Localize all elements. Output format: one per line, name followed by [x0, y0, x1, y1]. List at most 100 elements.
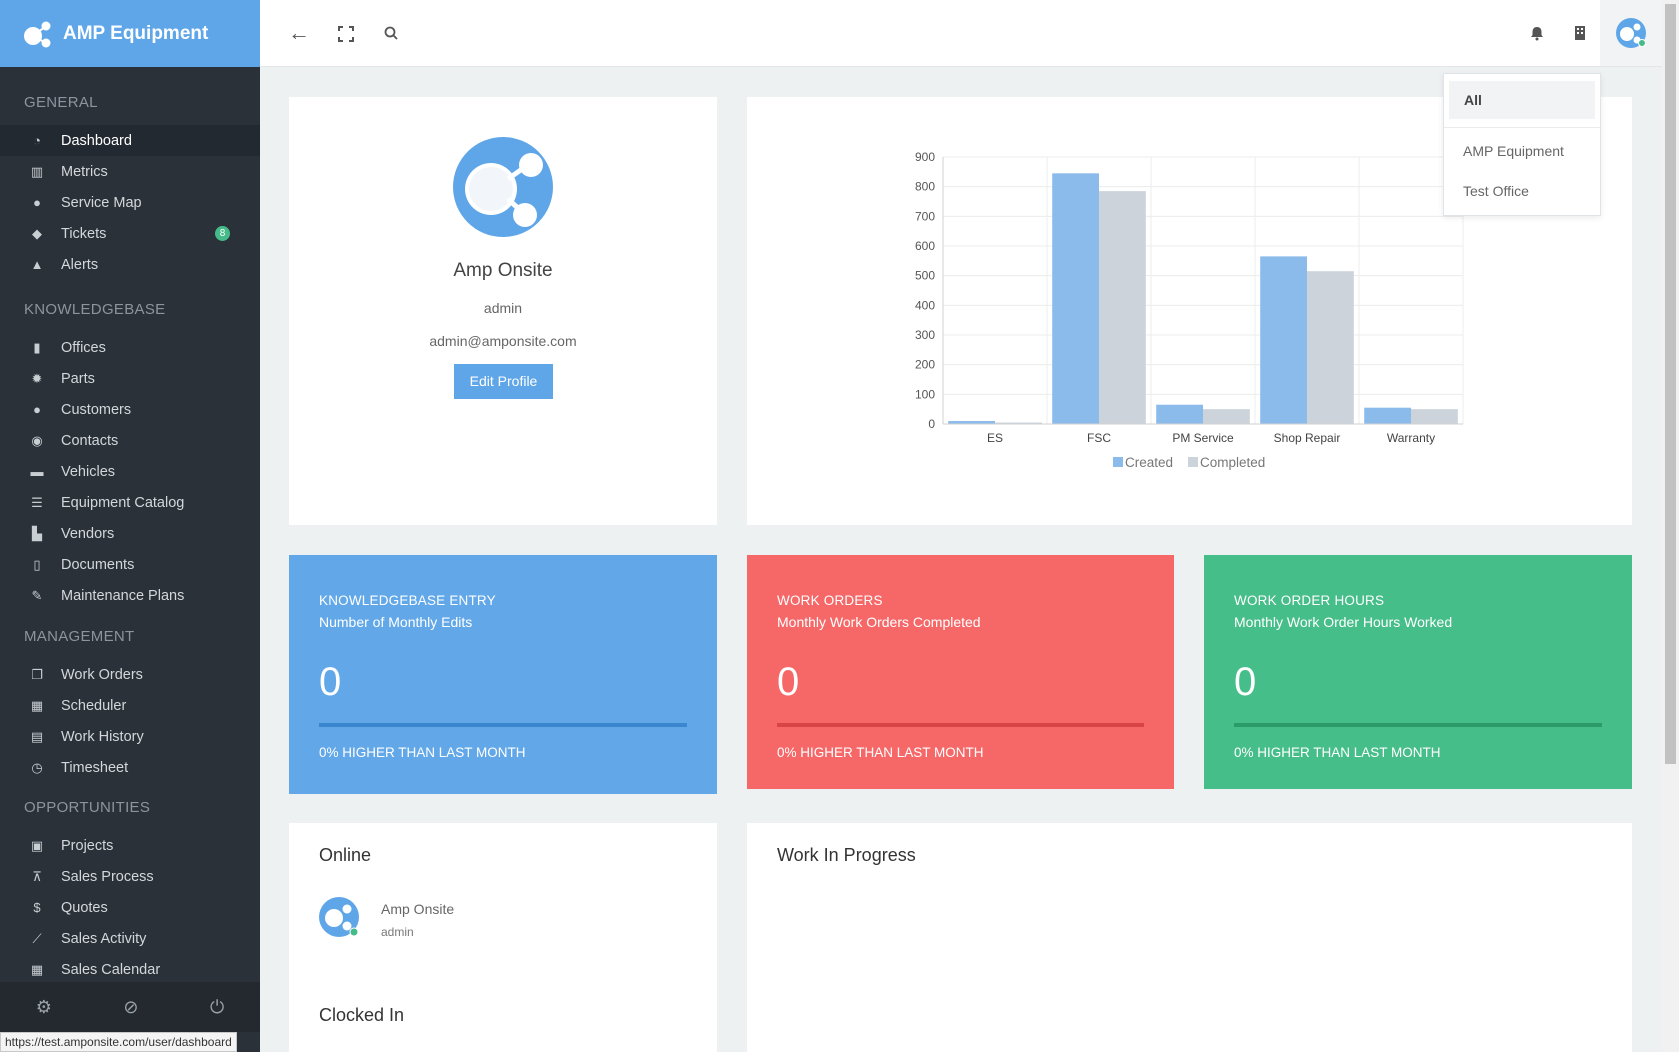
sidebar-item-contacts[interactable]: ◉ Contacts [0, 425, 260, 456]
sidebar-item-label: Timesheet [61, 759, 129, 776]
fullscreen-icon[interactable] [338, 26, 354, 42]
chart-y-tick-label: 700 [915, 209, 935, 223]
dashboard-icon: ◔ [33, 133, 41, 148]
online-user-name[interactable]: Amp Onsite [381, 901, 454, 917]
chart-legend-label: Created [1125, 455, 1173, 470]
sidebar-item-timesheet[interactable]: ◷ Timesheet [0, 752, 260, 783]
sidebar-item-dashboard[interactable]: ◔ Dashboard [0, 125, 260, 156]
chart-bar-completed [1099, 191, 1146, 424]
sidebar-item-scheduler[interactable]: ▦ Scheduler [0, 690, 260, 721]
stat-footer: 0% HIGHER THAN LAST MONTH [777, 745, 984, 760]
sidebar-item-projects[interactable]: ▣ Projects [0, 830, 260, 861]
back-arrow-icon[interactable]: ← [288, 20, 310, 46]
stat-progress-bar [1234, 723, 1602, 727]
warning-icon: ▲ [30, 257, 44, 272]
online-user-role: admin [381, 925, 414, 939]
nav-section-title: MANAGEMENT [24, 628, 135, 645]
stat-value: 0 [1234, 660, 1257, 704]
sidebar-item-offices[interactable]: ▮ Offices [0, 332, 260, 363]
sidebar-item-sales-process[interactable]: ⊼ Sales Process [0, 861, 260, 892]
sitemap-icon: ⊼ [32, 868, 42, 884]
eye-slash-icon[interactable]: ⊘ [123, 997, 138, 1018]
nav-section-management: MANAGEMENT ❐ Work Orders ▦ Scheduler ▤ Work Hi… [0, 627, 260, 783]
sidebar-item-service-map[interactable]: ● Service Map [0, 187, 260, 218]
chart-legend-swatch [1113, 457, 1123, 467]
sidebar-item-label: Metrics [61, 163, 108, 180]
chart-bar-created [1260, 256, 1307, 424]
sidebar-item-quotes[interactable]: $ Quotes [0, 892, 260, 923]
chart-bar-completed [1307, 271, 1354, 424]
sidebar-item-maintenance-plans[interactable]: ✎ Maintenance Plans [0, 580, 260, 611]
dropdown-option[interactable]: Test Office [1444, 171, 1600, 211]
chart-x-tick-label: PM Service [1172, 431, 1234, 445]
nav-section-knowledgebase: KNOWLEDGEBASE ▮ Offices ✹ Parts ● Customers ◉ Co… [0, 300, 260, 611]
profile-email: admin@amponsite.com [429, 333, 577, 349]
power-icon[interactable]: ⏻ [210, 997, 224, 1018]
chart-y-tick-label: 100 [915, 387, 935, 401]
profile-name: Amp Onsite [453, 260, 553, 281]
sidebar-item-customers[interactable]: ● Customers [0, 394, 260, 425]
stat-card-work-orders: WORK ORDERS Monthly Work Orders Complete… [747, 555, 1174, 789]
sidebar-item-parts[interactable]: ✹ Parts [0, 363, 260, 394]
bell-icon[interactable] [1530, 26, 1544, 41]
sidebar-footer: ⚙ ⊘ ⏻ [0, 982, 260, 1032]
sidebar-item-label: Sales Process [61, 868, 154, 885]
chart-bar-completed [1411, 409, 1458, 424]
sidebar-item-label: Maintenance Plans [61, 587, 185, 604]
online-title: Online [319, 845, 372, 865]
sidebar-item-metrics[interactable]: ▥ Metrics [0, 156, 260, 187]
search-icon[interactable] [384, 26, 398, 40]
calendar-icon: ▦ [30, 961, 44, 977]
dropdown-option[interactable]: AMP Equipment [1444, 131, 1600, 171]
stat-subtitle: Number of Monthly Edits [319, 614, 473, 630]
stat-value: 0 [777, 660, 800, 704]
sidebar-item-equipment-catalog[interactable]: ☰ Equipment Catalog [0, 487, 260, 518]
online-card: Online Amp Onsite admin Clocked In [289, 823, 717, 1052]
stat-title: KNOWLEDGEBASE ENTRY [319, 593, 496, 608]
nav-section-title: KNOWLEDGEBASE [24, 301, 166, 318]
user-avatar-button[interactable] [1600, 0, 1662, 66]
sidebar-item-work-orders[interactable]: ❐ Work Orders [0, 659, 260, 690]
sidebar-item-vehicles[interactable]: ▬ Vehicles [0, 456, 260, 487]
chart-y-tick-label: 400 [915, 298, 935, 312]
avatar [1616, 18, 1646, 48]
truck-icon: ▬ [30, 464, 44, 479]
sidebar-item-label: Vehicles [61, 463, 116, 480]
sidebar-item-vendors[interactable]: ▙ Vendors [0, 518, 260, 549]
stat-subtitle: Monthly Work Order Hours Worked [1234, 614, 1453, 630]
sidebar-item-label: Quotes [61, 899, 108, 916]
sidebar-item-documents[interactable]: ▯ Documents [0, 549, 260, 580]
chart-legend-swatch [1188, 457, 1198, 467]
chart-x-tick-label: Warranty [1387, 431, 1435, 445]
page-scrollbar[interactable] [1662, 0, 1679, 1052]
sidebar-item-label: Service Map [61, 194, 142, 211]
gears-icon: ✹ [31, 370, 43, 386]
sidebar-item-sales-activity[interactable]: ⟋ Sales Activity [0, 923, 260, 954]
sidebar-item-label: Dashboard [61, 132, 132, 149]
chart-x-tick-label: Shop Repair [1274, 431, 1341, 445]
sidebar-item-label: Alerts [61, 256, 99, 273]
chart-bar-created [1364, 407, 1411, 424]
chart-x-tick-label: FSC [1087, 431, 1111, 445]
sidebar-item-label: Projects [61, 837, 114, 854]
dropdown-option-all[interactable]: All [1449, 81, 1595, 119]
sidebar-item-work-history[interactable]: ▤ Work History [0, 721, 260, 752]
map-marker-icon: ● [33, 195, 41, 210]
chart-y-tick-label: 0 [928, 417, 935, 431]
stat-card-knowledgebase: KNOWLEDGEBASE ENTRY Number of Monthly Ed… [289, 555, 717, 794]
settings-icon[interactable]: ⚙ [36, 997, 52, 1018]
office-building-icon[interactable] [1574, 25, 1586, 41]
stat-title: WORK ORDER HOURS [1234, 593, 1385, 608]
stat-progress-bar [777, 723, 1144, 727]
sidebar-item-tickets[interactable]: ◆ Tickets 8 [0, 218, 260, 249]
chart-x-tick-label: ES [987, 431, 1003, 445]
brand[interactable]: AMP Equipment [0, 0, 260, 67]
edit-profile-button[interactable]: Edit Profile [454, 364, 553, 399]
sidebar-item-alerts[interactable]: ▲ Alerts [0, 249, 260, 280]
sidebar-item-label: Sales Calendar [61, 961, 161, 978]
cart-icon: ▙ [32, 525, 42, 541]
scrollbar-thumb[interactable] [1665, 4, 1676, 764]
sidebar-item-label: Work Orders [61, 666, 143, 683]
sidebar-item-sales-calendar[interactable]: ▦ Sales Calendar [0, 954, 260, 985]
stat-progress-bar [319, 723, 687, 727]
